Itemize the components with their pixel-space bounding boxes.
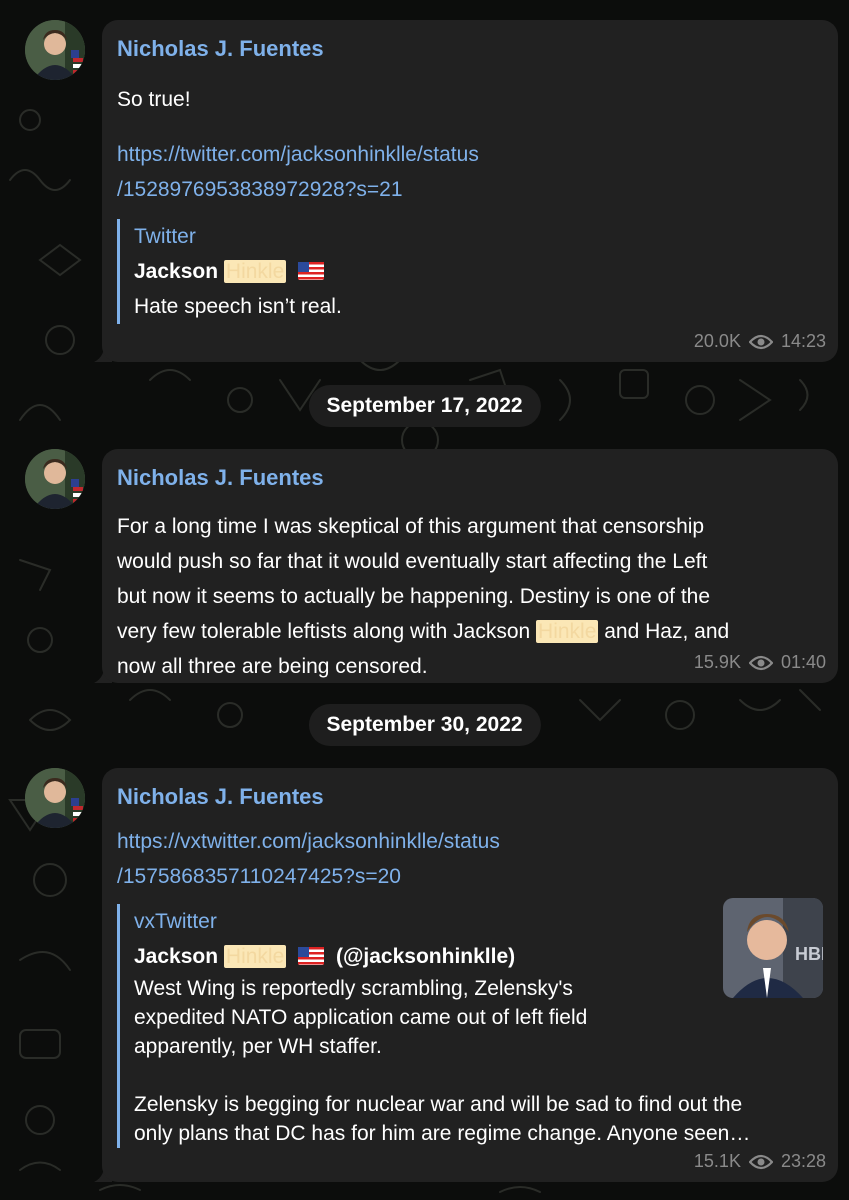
date-separator: September 30, 2022 (308, 704, 541, 746)
thumbnail-image: HBI (723, 898, 823, 998)
tweet-link[interactable]: https://twitter.com/jacksonhinklle/statu… (117, 137, 820, 207)
preview-thumbnail[interactable]: HBI (723, 898, 823, 998)
sender-avatar[interactable] (25, 768, 85, 828)
thumbnail-text: HBI (795, 944, 823, 964)
avatar-image (25, 449, 85, 509)
sender-avatar[interactable] (25, 449, 85, 509)
eye-icon (748, 334, 773, 349)
sender-name[interactable]: Nicholas J. Fuentes (117, 463, 820, 493)
eye-icon (748, 1154, 773, 1169)
preview-site-name: vxTwitter (134, 910, 217, 933)
date-separator: September 17, 2022 (308, 385, 541, 427)
message-text: So true! (117, 88, 191, 111)
preview-text-line: only plans that DC has for him are regim… (134, 1122, 751, 1145)
preview-text-line: expedited NATO application came out of l… (134, 1006, 588, 1029)
message-meta: 15.1K 23:28 (694, 1151, 826, 1172)
link-preview[interactable]: vxTwitter Jackson Hinkle (@jacksonhinkll… (117, 904, 820, 1148)
message-time: 14:23 (780, 331, 826, 351)
sender-avatar[interactable] (25, 20, 85, 80)
preview-author: Jackson Hinkle (@jacksonhinklle) (134, 945, 516, 968)
view-count: 15.9K (693, 652, 741, 672)
tweet-link[interactable]: https://vxtwitter.com/jacksonhinklle/sta… (117, 824, 820, 894)
sender-name[interactable]: Nicholas J. Fuentes (117, 782, 820, 812)
preview-text-line: apparently, per WH staffer. (134, 1035, 382, 1058)
message-bubble[interactable]: Nicholas J. Fuentes So true! https://twi… (102, 20, 838, 362)
view-count: 15.1K (693, 1151, 741, 1171)
search-highlight: Hinkle (223, 945, 287, 968)
us-flag-icon (298, 947, 325, 965)
message-time: 23:28 (780, 1151, 826, 1171)
sender-name[interactable]: Nicholas J. Fuentes (117, 34, 820, 64)
search-highlight: Hinkle (223, 260, 287, 283)
preview-text-line: West Wing is reportedly scrambling, Zele… (134, 977, 573, 1000)
message-meta: 15.9K 01:40 (694, 652, 826, 673)
us-flag-icon (298, 262, 325, 280)
preview-site-name: Twitter (134, 225, 196, 248)
avatar-image (25, 20, 85, 80)
avatar-image (25, 768, 85, 828)
link-preview[interactable]: Twitter Jackson Hinkle Hate speech isn’t… (117, 219, 820, 324)
message-bubble[interactable]: Nicholas J. Fuentes For a long time I wa… (102, 449, 838, 683)
message-meta: 20.0K 14:23 (694, 331, 826, 352)
preview-text: Hate speech isn’t real. (134, 295, 342, 318)
preview-author: Jackson Hinkle (134, 254, 820, 289)
preview-text-line: Zelensky is begging for nuclear war and … (134, 1093, 743, 1116)
message-time: 01:40 (780, 652, 826, 672)
preview-handle: (@jacksonhinklle) (335, 945, 516, 968)
view-count: 20.0K (693, 331, 741, 351)
search-highlight: Hinkle (536, 620, 599, 643)
eye-icon (748, 655, 773, 670)
